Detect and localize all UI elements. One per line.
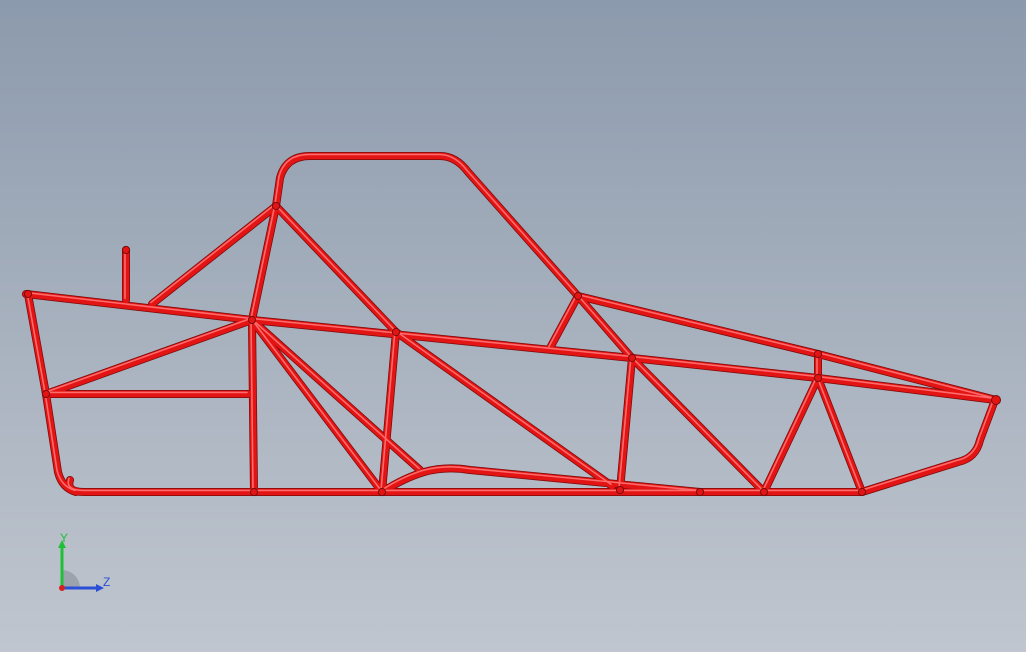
tube-joint-6: [813, 349, 823, 359]
triad-quadrant-shade: [62, 570, 80, 588]
y-axis-label: Y: [60, 531, 69, 545]
tube-highlight-9: [816, 375, 862, 492]
tube-joint-14: [695, 487, 705, 497]
tube-layer: [22, 152, 1000, 496]
tube-joint-3: [391, 327, 401, 337]
tube-joint-8: [41, 389, 51, 399]
tube-shadow-layer: [22, 152, 1000, 496]
tube-10: [546, 292, 582, 352]
tube-joint-2: [271, 201, 281, 211]
tube-joint-12: [857, 487, 867, 497]
tube-joint-1: [247, 315, 257, 325]
tube-joint-13: [615, 485, 625, 495]
tube-highlight-12: [274, 203, 396, 332]
tube-highlight-3: [860, 397, 995, 492]
tube-joint-10: [249, 487, 259, 497]
graphics-viewport[interactable]: Y Z: [0, 0, 1026, 652]
tube-joint-5: [573, 291, 583, 301]
tube-joint-15: [991, 395, 1001, 405]
tube-16: [42, 316, 256, 398]
tube-7: [574, 292, 1000, 404]
tube-highlight-10: [548, 293, 578, 348]
x-axis-dot: [59, 585, 65, 591]
tube-joint-9: [377, 487, 387, 497]
tube-joint-16: [121, 245, 131, 255]
tube-joint-11: [759, 487, 769, 497]
tube-3: [858, 396, 999, 496]
tube-joint-17: [23, 289, 33, 299]
tube-highlight-16: [44, 317, 252, 394]
tube-joint-7: [813, 373, 823, 383]
tube-joint-4: [627, 353, 637, 363]
roll-cage-frame-model[interactable]: [0, 0, 1026, 652]
tube-13: [378, 328, 400, 496]
tube-highlight-19: [250, 317, 382, 492]
tube-highlight-layer: [24, 153, 996, 492]
z-axis-label: Z: [103, 575, 111, 589]
tube-15: [616, 354, 636, 494]
